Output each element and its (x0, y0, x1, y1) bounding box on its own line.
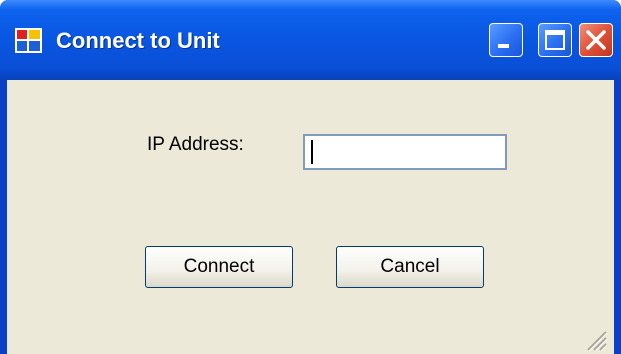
window-title: Connect to Unit (56, 28, 220, 53)
text-caret (311, 140, 313, 164)
minimize-button[interactable] (489, 23, 523, 57)
ip-address-label: IP Address: (147, 134, 244, 155)
maximize-button[interactable] (538, 23, 572, 57)
maximize-icon (545, 30, 565, 50)
minimize-icon (498, 44, 509, 48)
connect-dialog: Connect to Unit IP Address: Connect Canc… (0, 0, 621, 354)
cancel-button[interactable]: Cancel (336, 246, 484, 288)
app-icon (15, 28, 42, 53)
close-icon (586, 30, 606, 50)
connect-button[interactable]: Connect (145, 246, 293, 288)
title-bar[interactable]: Connect to Unit (0, 0, 621, 80)
close-button[interactable] (579, 23, 613, 57)
ip-address-input[interactable] (303, 134, 507, 170)
dialog-body: IP Address: Connect Cancel (7, 80, 614, 354)
resize-grip-icon[interactable] (582, 326, 608, 352)
